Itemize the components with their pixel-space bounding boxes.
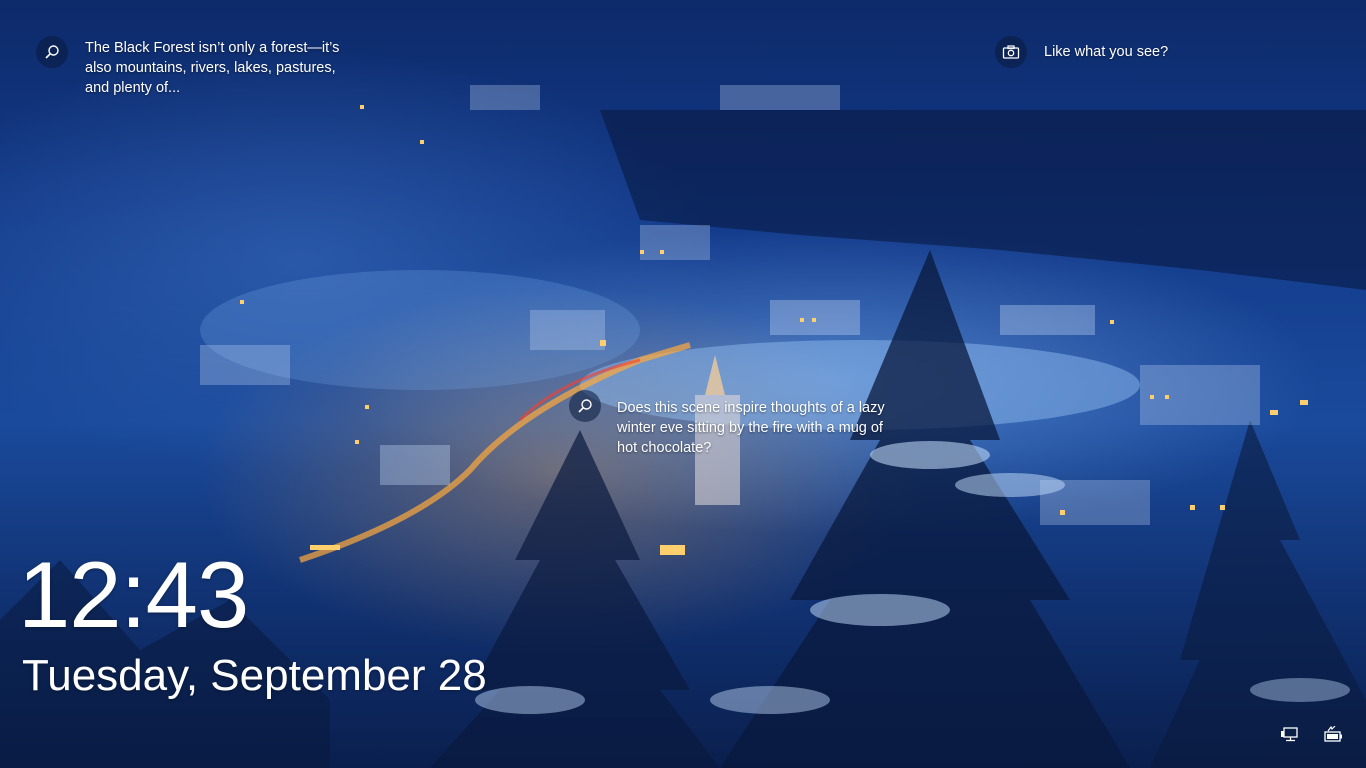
spotlight-tip-text[interactable]: Does this scene inspire thoughts of a la…	[617, 398, 897, 458]
camera-icon[interactable]	[995, 36, 1027, 68]
spotlight-tip-winter-scene[interactable]: Does this scene inspire thoughts of a la…	[569, 390, 897, 458]
like-what-you-see-text[interactable]: Like what you see?	[1044, 42, 1168, 62]
spotlight-tip-text[interactable]: The Black Forest isn’t only a forest—it’…	[85, 38, 355, 98]
lock-screen-date: Tuesday, September 28	[22, 651, 487, 700]
search-icon[interactable]	[36, 36, 68, 68]
spotlight-tip-black-forest[interactable]: The Black Forest isn’t only a forest—it’…	[36, 36, 355, 98]
network-icon[interactable]	[1280, 726, 1300, 744]
like-what-you-see-prompt[interactable]: Like what you see?	[995, 36, 1168, 68]
battery-icon[interactable]	[1323, 725, 1343, 744]
lock-screen[interactable]: The Black Forest isn’t only a forest—it’…	[0, 0, 1366, 768]
lock-screen-time: 12:43	[18, 542, 249, 647]
search-icon[interactable]	[569, 390, 601, 422]
